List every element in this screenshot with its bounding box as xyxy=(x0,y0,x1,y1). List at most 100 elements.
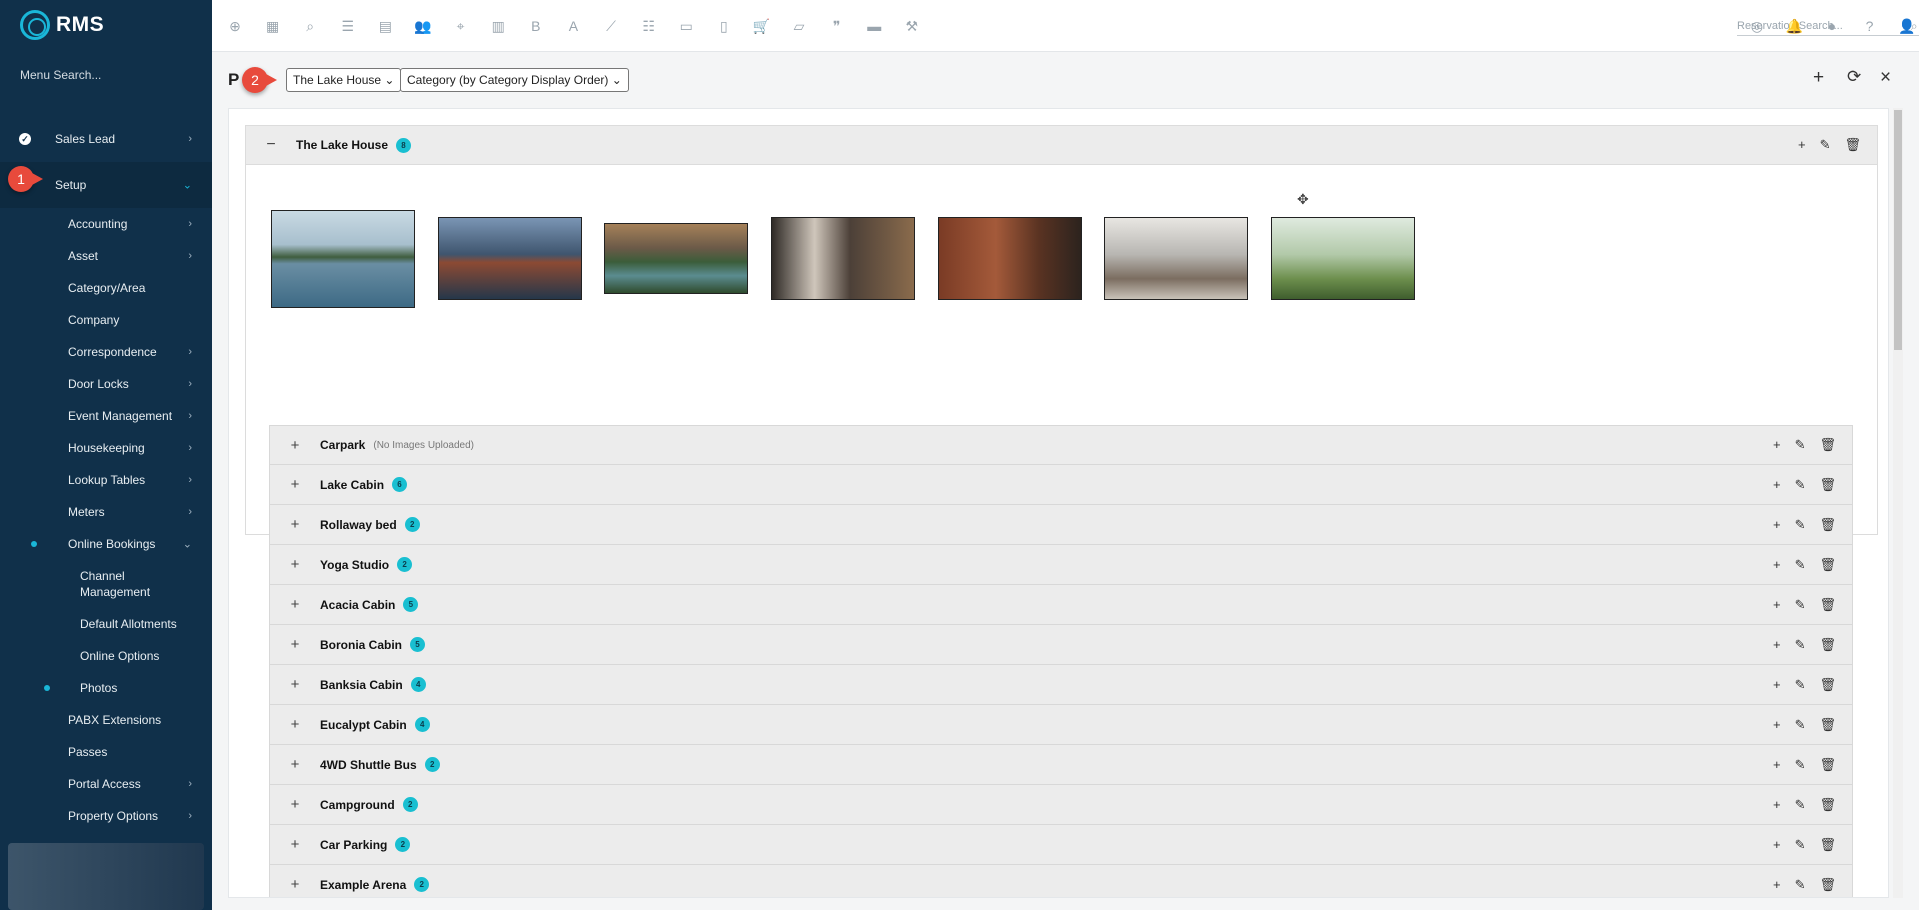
photo-thumbnail-mountain-lake[interactable] xyxy=(604,223,748,294)
delete-icon[interactable]: 🗑 xyxy=(1819,677,1836,693)
delete-icon[interactable]: 🗑 xyxy=(1819,797,1836,813)
grid-icon[interactable]: ▤ xyxy=(374,15,396,37)
category-row[interactable]: + Banksia Cabin 4 + ✎ 🗑 xyxy=(269,665,1853,705)
gavel-icon[interactable]: ⚒ xyxy=(901,15,923,37)
expand-icon[interactable]: + xyxy=(270,636,320,653)
delete-icon[interactable]: 🗑 xyxy=(1819,437,1836,453)
sidebar-item-online-bookings[interactable]: Online Bookings ⌄ xyxy=(0,528,212,560)
sidebar-item-passes[interactable]: Passes xyxy=(0,736,212,768)
edit-icon[interactable]: ✎ xyxy=(1795,677,1806,693)
search-icon[interactable]: ⌕ xyxy=(299,15,321,37)
delete-icon[interactable]: 🗑 xyxy=(1819,717,1836,733)
add-icon[interactable]: + xyxy=(1773,797,1781,813)
add-icon[interactable]: + xyxy=(1813,67,1824,89)
expand-icon[interactable]: + xyxy=(270,756,320,773)
sidebar-item-meters[interactable]: Meters › xyxy=(0,496,212,528)
category-row[interactable]: + Lake Cabin 6 + ✎ 🗑 xyxy=(269,465,1853,505)
sidebar-item-photos[interactable]: Photos xyxy=(0,672,212,704)
help-icon[interactable]: ? xyxy=(1859,15,1881,37)
edit-icon[interactable]: ✎ xyxy=(1795,797,1806,813)
bold-icon[interactable]: B xyxy=(525,15,547,37)
expand-icon[interactable]: + xyxy=(270,796,320,813)
property-select[interactable]: The Lake House ⌄ xyxy=(286,68,402,92)
map-icon[interactable]: ⌖ xyxy=(450,15,472,37)
expand-icon[interactable]: + xyxy=(270,437,320,454)
add-icon[interactable]: + xyxy=(1773,517,1781,533)
edit-icon[interactable]: ✎ xyxy=(1820,137,1831,153)
calendar-icon[interactable]: ▦ xyxy=(262,15,284,37)
category-row[interactable]: + Carpark (No Images Uploaded) + ✎ 🗑 xyxy=(269,425,1853,465)
add-icon[interactable]: + xyxy=(1773,557,1781,573)
category-row[interactable]: + Car Parking 2 + ✎ 🗑 xyxy=(269,825,1853,865)
expand-icon[interactable]: + xyxy=(270,836,320,853)
expand-icon[interactable]: + xyxy=(270,596,320,613)
people-icon[interactable]: 👥 xyxy=(412,15,434,37)
sliders-icon[interactable]: ☰ xyxy=(337,15,359,37)
edit-icon[interactable]: ✎ xyxy=(1795,597,1806,613)
add-icon[interactable]: + xyxy=(1773,837,1781,853)
edit-icon[interactable]: ✎ xyxy=(1795,517,1806,533)
book-icon[interactable]: ▥ xyxy=(487,15,509,37)
add-icon[interactable]: + xyxy=(1773,597,1781,613)
add-icon[interactable]: + xyxy=(1773,877,1781,893)
refresh-icon[interactable]: ⟳ xyxy=(1847,67,1861,87)
delete-icon[interactable]: 🗑 xyxy=(1819,477,1836,493)
rms-logo[interactable]: RMS xyxy=(20,10,104,40)
delete-icon[interactable]: 🗑 xyxy=(1819,757,1836,773)
plus-circle-icon[interactable]: ⊕ xyxy=(224,15,246,37)
category-row[interactable]: + Acacia Cabin 5 + ✎ 🗑 xyxy=(269,585,1853,625)
edit-icon[interactable]: ✎ xyxy=(1795,557,1806,573)
cart-icon[interactable]: 🛒 xyxy=(750,15,772,37)
delete-icon[interactable]: 🗑 xyxy=(1844,137,1861,153)
delete-icon[interactable]: 🗑 xyxy=(1819,637,1836,653)
sidebar-item-correspondence[interactable]: Correspondence › xyxy=(0,336,212,368)
sidebar-item-event-management[interactable]: Event Management › xyxy=(0,400,212,432)
bell-icon[interactable]: 🔔 xyxy=(1784,15,1806,37)
photo-thumbnail-geese-lake[interactable] xyxy=(1271,217,1415,300)
bed-icon[interactable]: ▬ xyxy=(863,15,885,37)
quote-icon[interactable]: ❞ xyxy=(826,15,848,37)
expand-icon[interactable]: + xyxy=(270,716,320,733)
category-row[interactable]: + Boronia Cabin 5 + ✎ 🗑 xyxy=(269,625,1853,665)
delete-icon[interactable]: 🗑 xyxy=(1819,557,1836,573)
document-icon[interactable]: ▯ xyxy=(713,15,735,37)
scrollbar-thumb[interactable] xyxy=(1894,110,1902,350)
sidebar-item-lookup-tables[interactable]: Lookup Tables › xyxy=(0,464,212,496)
sidebar-item-housekeeping[interactable]: Housekeeping › xyxy=(0,432,212,464)
edit-icon[interactable]: ✎ xyxy=(1795,877,1806,893)
photo-thumbnail-fireplace-room[interactable] xyxy=(1104,217,1248,300)
expand-icon[interactable]: + xyxy=(270,476,320,493)
add-icon[interactable]: + xyxy=(1798,137,1806,153)
checklist-icon[interactable]: ☷ xyxy=(638,15,660,37)
add-icon[interactable]: + xyxy=(1773,757,1781,773)
photo-thumbnail-lake-jetty[interactable] xyxy=(271,210,415,308)
chart-icon[interactable]: ⟋ xyxy=(600,15,622,37)
sidebar-item-door-locks[interactable]: Door Locks › xyxy=(0,368,212,400)
sidebar-item-sales-lead[interactable]: ✓ Sales Lead › xyxy=(0,116,212,162)
ticket-icon[interactable]: ▱ xyxy=(788,15,810,37)
category-row[interactable]: + Eucalypt Cabin 4 + ✎ 🗑 xyxy=(269,705,1853,745)
delete-icon[interactable]: 🗑 xyxy=(1819,837,1836,853)
user-icon[interactable]: 👤 xyxy=(1896,15,1918,37)
sidebar-item-asset[interactable]: Asset › xyxy=(0,240,212,272)
globe-icon[interactable]: ◎ xyxy=(1746,15,1768,37)
sidebar-item-category-area[interactable]: Category/Area xyxy=(0,272,212,304)
sidebar-item-property-options[interactable]: Property Options › xyxy=(0,800,212,832)
sort-select[interactable]: Category (by Category Display Order) ⌄ xyxy=(400,68,629,92)
sidebar-item-online-options[interactable]: Online Options xyxy=(0,640,212,672)
add-icon[interactable]: + xyxy=(1773,717,1781,733)
sidebar-item-portal-access[interactable]: Portal Access › xyxy=(0,768,212,800)
edit-icon[interactable]: ✎ xyxy=(1795,757,1806,773)
sidebar-item-default-allotments[interactable]: Default Allotments xyxy=(0,608,212,640)
photo-thumbnail-brick-dining[interactable] xyxy=(938,217,1082,300)
font-icon[interactable]: A xyxy=(562,15,584,37)
edit-icon[interactable]: ✎ xyxy=(1795,637,1806,653)
expand-icon[interactable]: + xyxy=(270,516,320,533)
category-row[interactable]: + Example Arena 2 + ✎ 🗑 xyxy=(269,865,1853,897)
delete-icon[interactable]: 🗑 xyxy=(1819,597,1836,613)
edit-icon[interactable]: ✎ xyxy=(1795,717,1806,733)
menu-search-input[interactable]: Menu Search... xyxy=(20,68,101,82)
add-icon[interactable]: + xyxy=(1773,437,1781,453)
sidebar-item-channel-management[interactable]: Channel Management xyxy=(0,560,212,608)
expand-icon[interactable]: + xyxy=(270,676,320,693)
